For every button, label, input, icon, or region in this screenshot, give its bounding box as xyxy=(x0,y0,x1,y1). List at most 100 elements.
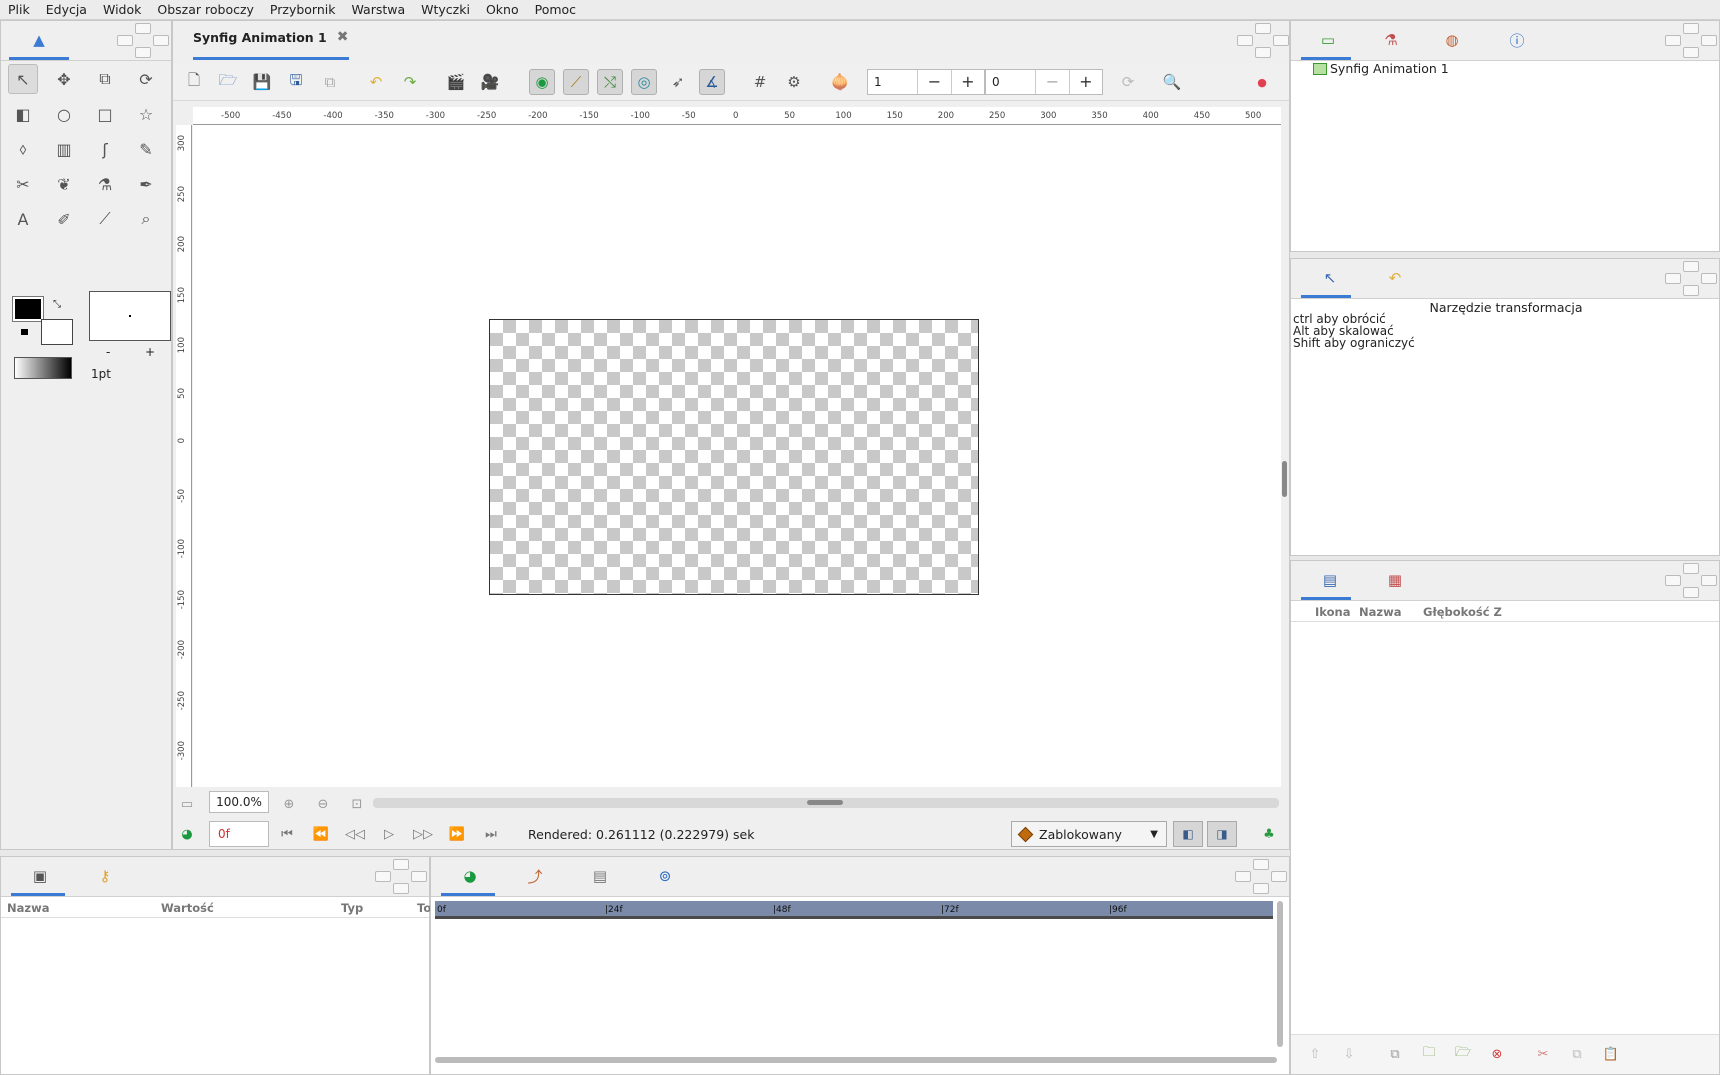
navigator-tab-icon[interactable]: ◍ xyxy=(1441,29,1463,51)
params-tab-icon[interactable]: ▣ xyxy=(29,865,51,887)
rectangle-tool[interactable]: □ xyxy=(90,99,120,129)
canvas-horizontal-scrollbar[interactable] xyxy=(373,798,1279,808)
circle-tool[interactable]: ○ xyxy=(49,99,79,129)
delete-layer-icon[interactable]: ⊗ xyxy=(1485,1043,1509,1065)
onion-future-spinner[interactable]: 0 − + xyxy=(985,69,1103,95)
duplicate-layer-icon[interactable]: ⧉ xyxy=(1383,1043,1407,1065)
raise-layer-icon[interactable]: ⇧ xyxy=(1303,1043,1327,1065)
menu-obszar-roboczy[interactable]: Obszar roboczy xyxy=(157,2,254,17)
onion-future-increase[interactable]: + xyxy=(1068,70,1102,94)
layers-col-icon[interactable]: Ikona xyxy=(1315,605,1350,619)
keyframes-tab-icon[interactable]: ⚷ xyxy=(94,865,116,887)
text-tool[interactable]: A xyxy=(8,204,38,234)
fill-color-swatch[interactable] xyxy=(41,319,73,345)
grid-icon[interactable]: # xyxy=(747,69,773,95)
snap-grid-icon[interactable]: ⚙ xyxy=(781,69,807,95)
menu-warstwa[interactable]: Warstwa xyxy=(351,2,405,17)
save-all-icon[interactable]: ⧉ xyxy=(317,69,343,95)
params-col-timetrack[interactable]: To xyxy=(417,901,431,915)
history-tab-icon[interactable]: ↶ xyxy=(1384,267,1406,289)
info-tab-icon[interactable]: ⓘ xyxy=(1506,29,1528,51)
brush-tool[interactable]: ✒ xyxy=(131,169,161,199)
past-keyframes-lock-button[interactable]: ◧ xyxy=(1173,821,1203,847)
gradient-tool[interactable]: ▥ xyxy=(49,134,79,164)
layers-col-name[interactable]: Nazwa xyxy=(1359,605,1401,619)
tool-options-dock-buttons[interactable] xyxy=(1665,259,1719,299)
encapsulate-icon[interactable]: 🗁 xyxy=(1451,1043,1475,1065)
menu-wtyczki[interactable]: Wtyczki xyxy=(421,2,470,17)
seek-next-frame-icon[interactable]: ▷▷ xyxy=(411,823,435,845)
curves-tab-icon[interactable]: ⤴ xyxy=(524,865,546,887)
params-dock-buttons[interactable] xyxy=(375,857,429,897)
tool-options-tab-icon[interactable]: ↖ xyxy=(1319,267,1341,289)
timetrack-tab-icon[interactable]: ◕ xyxy=(459,865,481,887)
onion-past-decrease[interactable]: − xyxy=(917,70,950,94)
brush-size-decrease[interactable]: - xyxy=(106,345,110,359)
canvas-metadata-tab-icon[interactable]: ▤ xyxy=(589,865,611,887)
keyframe-lock-select[interactable]: Zablokowany ▼ xyxy=(1011,821,1167,847)
show-radius-handles-icon[interactable]: ◎ xyxy=(631,69,657,95)
menu-widok[interactable]: Widok xyxy=(103,2,141,17)
canvas-vertical-scrollbar[interactable] xyxy=(1281,125,1289,787)
transform-tool[interactable]: ↖ xyxy=(8,64,38,94)
save-icon[interactable]: 💾 xyxy=(249,69,275,95)
new-file-icon[interactable]: 🗋 xyxy=(181,69,207,95)
redo-icon[interactable]: ↷ xyxy=(397,69,423,95)
bone-tool[interactable]: ⟋ xyxy=(90,204,120,234)
refresh-icon[interactable]: ⟳ xyxy=(1115,69,1141,95)
lower-layer-icon[interactable]: ⇩ xyxy=(1337,1043,1361,1065)
animation-mode-icon[interactable]: ◕ xyxy=(175,823,199,845)
timetrack-dock-buttons[interactable] xyxy=(1235,857,1289,897)
width-tool[interactable]: ❦ xyxy=(49,169,79,199)
library-tab-icon[interactable]: ⚗ xyxy=(1380,29,1402,51)
onion-skin-icon[interactable]: 🧅 xyxy=(827,69,853,95)
zoom-out-icon[interactable]: ⊖ xyxy=(311,793,335,815)
seek-prev-keyframe-icon[interactable]: ⏪ xyxy=(309,823,333,845)
fill-tool[interactable]: ⬨ xyxy=(8,134,38,164)
reset-colors-icon[interactable] xyxy=(21,329,28,335)
canvas-browser-item[interactable]: Synfig Animation 1 xyxy=(1313,61,1449,76)
timetrack-vertical-scrollbar[interactable] xyxy=(1277,901,1283,1047)
play-icon[interactable]: ▷ xyxy=(377,823,401,845)
scale-tool[interactable]: ⧉ xyxy=(90,64,120,94)
params-col-name[interactable]: Nazwa xyxy=(7,901,49,915)
zoom-fit-icon[interactable]: 🔍 xyxy=(1159,69,1185,95)
onion-future-decrease[interactable]: − xyxy=(1035,70,1068,94)
spline-tool[interactable]: ʃ xyxy=(90,134,120,164)
current-frame-field[interactable]: 0f xyxy=(209,821,269,847)
sets-tab-icon[interactable]: ▦ xyxy=(1384,569,1406,591)
show-tangent-handles-icon[interactable]: ⤭ xyxy=(597,69,623,95)
menu-pomoc[interactable]: Pomoc xyxy=(535,2,576,17)
record-icon[interactable]: ● xyxy=(1249,69,1275,95)
menu-okno[interactable]: Okno xyxy=(486,2,519,17)
group-layer-icon[interactable]: 🗀 xyxy=(1417,1043,1441,1065)
show-angle-handles-icon[interactable]: ∡ xyxy=(699,69,725,95)
paste-icon[interactable]: 📋 xyxy=(1599,1043,1623,1065)
cut-icon[interactable]: ✂ xyxy=(1531,1043,1555,1065)
onion-future-value[interactable]: 0 xyxy=(986,75,1035,89)
sketch-tool[interactable]: ✐ xyxy=(49,204,79,234)
close-icon[interactable]: ✖ xyxy=(337,29,349,45)
zoom-in-icon[interactable]: ⊕ xyxy=(277,793,301,815)
menu-edycja[interactable]: Edycja xyxy=(46,2,87,17)
seek-begin-icon[interactable]: ⏮ xyxy=(275,823,299,845)
layers-dock-buttons[interactable] xyxy=(1665,561,1719,601)
timetrack-horizontal-scrollbar[interactable] xyxy=(435,1057,1277,1063)
star-tool[interactable]: ☆ xyxy=(131,99,161,129)
smooth-move-tool[interactable]: ✥ xyxy=(49,64,79,94)
library-panel-tab-icon[interactable]: ⊚ xyxy=(654,865,676,887)
future-keyframes-lock-button[interactable]: ◨ xyxy=(1207,821,1237,847)
copy-icon[interactable]: ⧉ xyxy=(1565,1043,1589,1065)
zoom-tool[interactable]: ⌕ xyxy=(131,204,161,234)
eyedropper-tool[interactable]: ⚗ xyxy=(90,169,120,199)
time-ruler[interactable]: 0f |24f |48f |72f |96f xyxy=(435,901,1273,919)
zoom-fit-window-icon[interactable]: ⊡ xyxy=(345,793,369,815)
save-as-icon[interactable]: 🖫 xyxy=(283,69,309,95)
show-position-handles-icon[interactable]: ◉ xyxy=(529,69,555,95)
brush-size-increase[interactable]: + xyxy=(145,345,155,359)
onion-past-value[interactable]: 1 xyxy=(868,75,917,89)
animation-figure-icon[interactable]: ♣ xyxy=(1257,823,1281,845)
swap-colors-icon[interactable]: ⤡ xyxy=(53,299,61,310)
zoom-field[interactable]: 100.0% xyxy=(209,791,269,813)
layers-tab-icon[interactable]: ▤ xyxy=(1319,569,1341,591)
